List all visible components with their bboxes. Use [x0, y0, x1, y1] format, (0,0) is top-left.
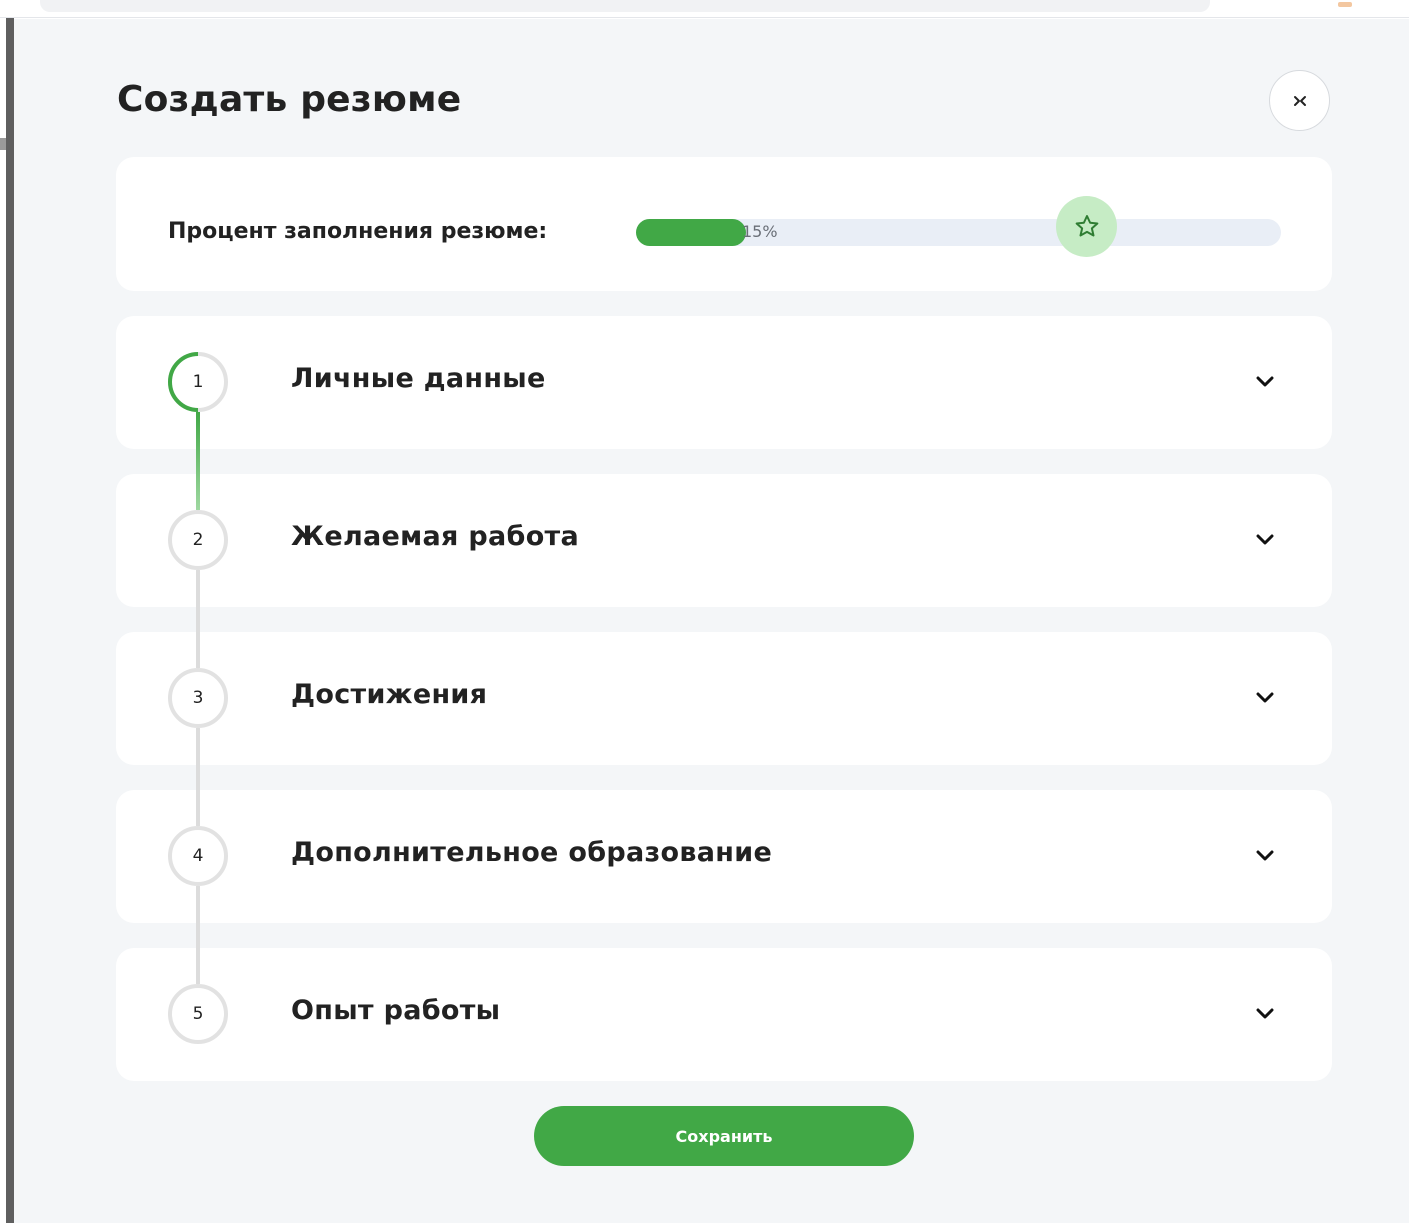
- step-progress-ring: [168, 352, 199, 412]
- timeline-line: [196, 570, 200, 668]
- step-number: 3: [192, 688, 204, 708]
- left-edge-tick: [0, 138, 6, 150]
- chevron-down-icon[interactable]: [1251, 684, 1279, 712]
- progress-card: Процент заполнения резюме: 15%: [116, 157, 1332, 291]
- step-number: 5: [192, 1004, 204, 1024]
- step-number-3: 3: [168, 668, 228, 728]
- close-button[interactable]: [1269, 70, 1330, 131]
- chevron-down-icon[interactable]: [1251, 526, 1279, 554]
- progress-goal-marker: [1056, 196, 1117, 257]
- create-resume-modal: Создать резюме Процент заполнения резюме…: [14, 19, 1409, 1223]
- step-card-work-experience[interactable]: Опыт работы: [116, 948, 1332, 1081]
- step-card-achievements[interactable]: Достижения: [116, 632, 1332, 765]
- chevron-down-icon[interactable]: [1251, 1000, 1279, 1028]
- star-icon: [1075, 214, 1098, 236]
- step-number-1: 1: [168, 352, 228, 412]
- progress-value: 15%: [742, 222, 778, 241]
- step-title: Дополнительное образование: [291, 837, 773, 868]
- timeline-line: [196, 886, 200, 984]
- step-title: Опыт работы: [291, 995, 501, 1026]
- address-bar: [40, 0, 1210, 12]
- step-number: 2: [192, 530, 204, 550]
- extension-icon: [1338, 2, 1352, 7]
- page: Создать резюме Процент заполнения резюме…: [0, 0, 1409, 1223]
- left-edge: [6, 18, 14, 1223]
- chevron-down-icon[interactable]: [1251, 842, 1279, 870]
- browser-top-strip: [0, 0, 1409, 18]
- step-card-additional-education[interactable]: Дополнительное образование: [116, 790, 1332, 923]
- progress-bar: 15%: [636, 196, 1281, 257]
- step-number-5: 5: [168, 984, 228, 1044]
- step-card-personal-data[interactable]: Личные данные: [116, 316, 1332, 449]
- timeline-line: [196, 728, 200, 826]
- progress-label: Процент заполнения резюме:: [168, 219, 548, 244]
- step-title: Желаемая работа: [291, 521, 580, 552]
- step-title: Личные данные: [291, 363, 546, 394]
- close-icon: [1293, 95, 1306, 106]
- chevron-down-icon[interactable]: [1251, 368, 1279, 396]
- step-number-4: 4: [168, 826, 228, 886]
- step-number: 4: [192, 846, 204, 866]
- modal-title: Создать резюме: [117, 79, 462, 120]
- step-title: Достижения: [291, 679, 488, 710]
- save-button[interactable]: Сохранить: [534, 1106, 914, 1166]
- timeline-line-active: [196, 412, 200, 510]
- progress-fill: [636, 219, 746, 246]
- step-card-desired-job[interactable]: Желаемая работа: [116, 474, 1332, 607]
- step-number-2: 2: [168, 510, 228, 570]
